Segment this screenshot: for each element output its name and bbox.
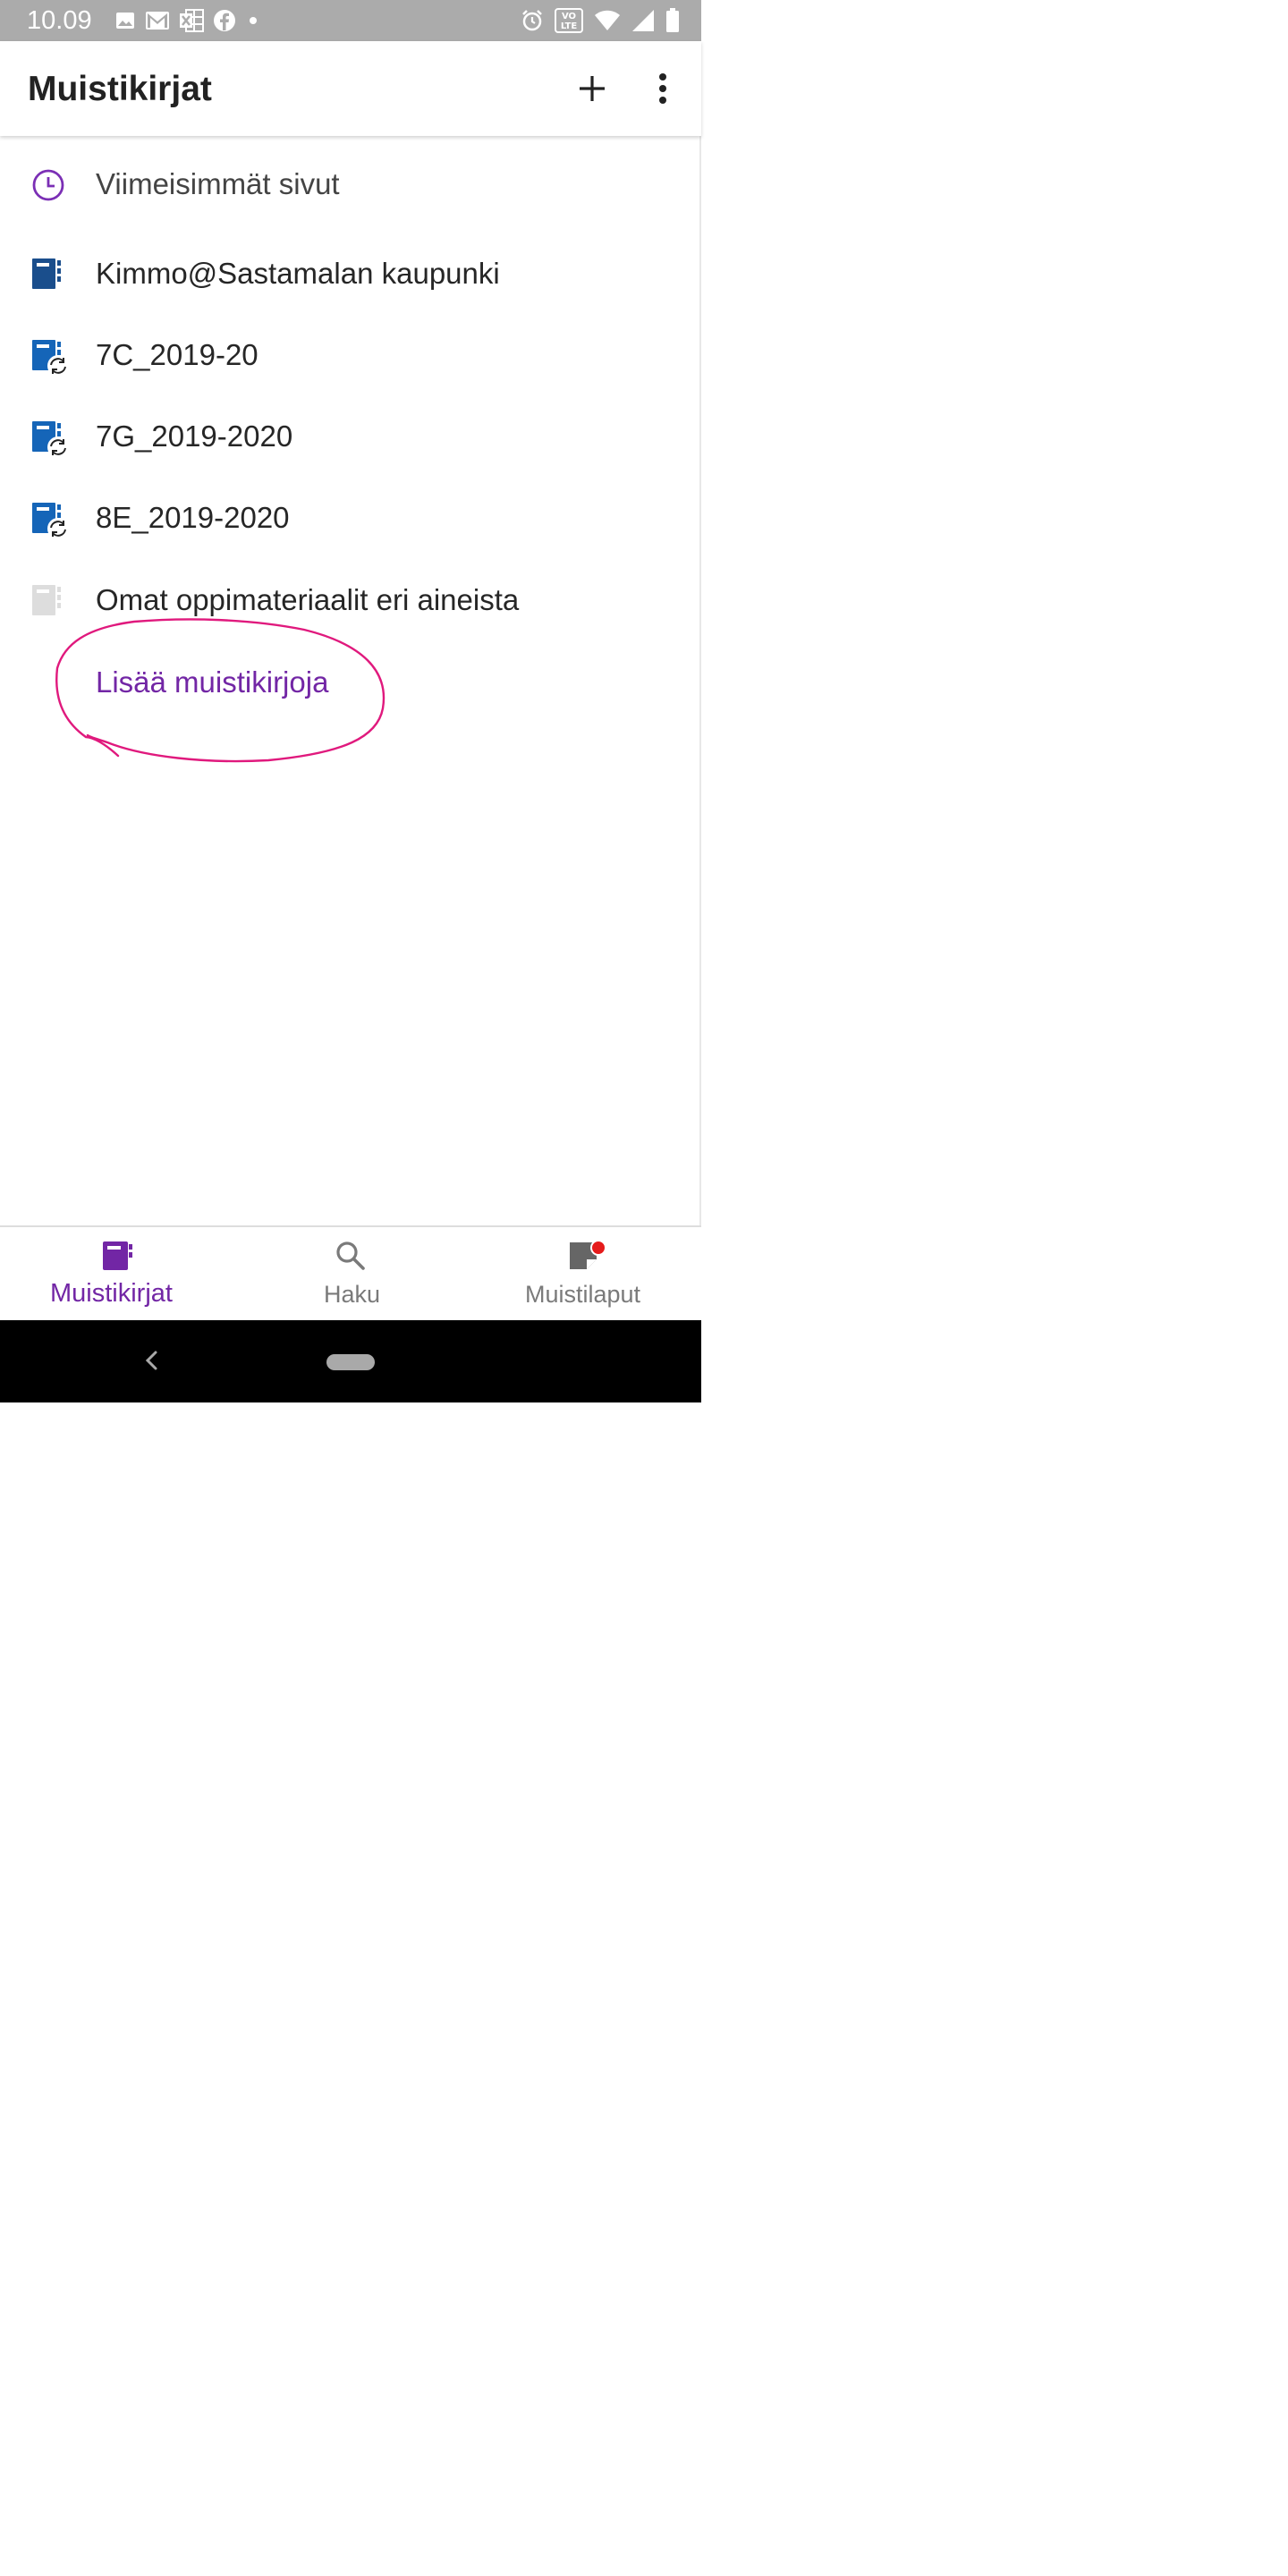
dot-icon	[245, 13, 261, 29]
notebook-sync-icon	[30, 499, 70, 539]
notebook-icon	[30, 255, 70, 294]
sync-icon	[47, 355, 69, 377]
status-bar: 10.09 VO LTE	[0, 0, 701, 41]
battery-icon	[665, 8, 680, 33]
more-options-button[interactable]	[649, 69, 676, 108]
system-navigation-bar	[0, 1320, 701, 1402]
signal-icon	[631, 9, 655, 32]
sync-icon	[47, 518, 69, 539]
tab-notebooks[interactable]: Muistikirjat	[36, 1227, 199, 1322]
tab-sticky-notes[interactable]: Muistilaput	[510, 1227, 657, 1322]
alarm-icon	[521, 9, 544, 32]
search-icon	[335, 1240, 367, 1272]
clock-icon	[30, 165, 70, 205]
tab-search-label: Haku	[324, 1281, 381, 1308]
notebook-item[interactable]: 8E_2019-2020	[0, 483, 699, 555]
back-button[interactable]	[140, 1345, 163, 1376]
more-vertical-icon	[659, 73, 666, 104]
recent-pages-label: Viimeisimmät sivut	[96, 167, 340, 200]
notebook-label: 7G_2019-2020	[96, 419, 293, 453]
gmail-icon	[145, 11, 170, 30]
home-pill-button[interactable]	[326, 1354, 375, 1370]
tab-sticky-notes-label: Muistilaput	[525, 1281, 641, 1308]
notebook-list: Viimeisimmät sivut Kimmo@Sastamalan kaup…	[0, 136, 701, 1225]
page-title: Muistikirjat	[28, 70, 212, 108]
notification-badge	[590, 1240, 606, 1256]
plus-icon	[580, 76, 605, 101]
chevron-left-icon	[145, 1351, 157, 1370]
excel-icon	[179, 9, 204, 32]
notebook-label: Kimmo@Sastamalan kaupunki	[96, 257, 500, 290]
facebook-icon	[213, 9, 236, 32]
wifi-icon	[594, 10, 621, 31]
volte-text-top: VO	[562, 12, 576, 21]
notebook-icon	[101, 1240, 133, 1272]
image-icon	[114, 10, 136, 31]
notebook-item[interactable]: Omat oppimateriaalit eri aineista	[0, 565, 699, 637]
notebook-icon	[30, 581, 70, 621]
app-bar: Muistikirjat	[0, 41, 701, 136]
notebook-label: 7C_2019-20	[96, 338, 258, 371]
bottom-navigation: Muistikirjat Haku Muistilaput	[0, 1225, 701, 1322]
status-time: 10.09	[27, 6, 92, 35]
notebook-sync-icon	[30, 336, 70, 377]
add-more-notebooks-link[interactable]: Lisää muistikirjoja	[96, 665, 328, 699]
sync-icon	[47, 436, 69, 458]
notebook-sync-icon	[30, 418, 70, 458]
add-notebook-button[interactable]	[572, 69, 612, 108]
notebook-item[interactable]: Kimmo@Sastamalan kaupunki	[0, 239, 699, 310]
tab-search[interactable]: Haku	[304, 1227, 397, 1322]
volte-text-bottom: LTE	[561, 21, 578, 31]
recent-pages-item[interactable]: Viimeisimmät sivut	[0, 149, 699, 221]
notebook-label: 8E_2019-2020	[96, 501, 290, 534]
tab-notebooks-label: Muistikirjat	[50, 1279, 173, 1308]
notebook-label: Omat oppimateriaalit eri aineista	[96, 583, 520, 616]
volte-icon: VO LTE	[555, 8, 583, 33]
notebook-item[interactable]: 7C_2019-20	[0, 320, 699, 392]
notebook-item[interactable]: 7G_2019-2020	[0, 402, 699, 473]
